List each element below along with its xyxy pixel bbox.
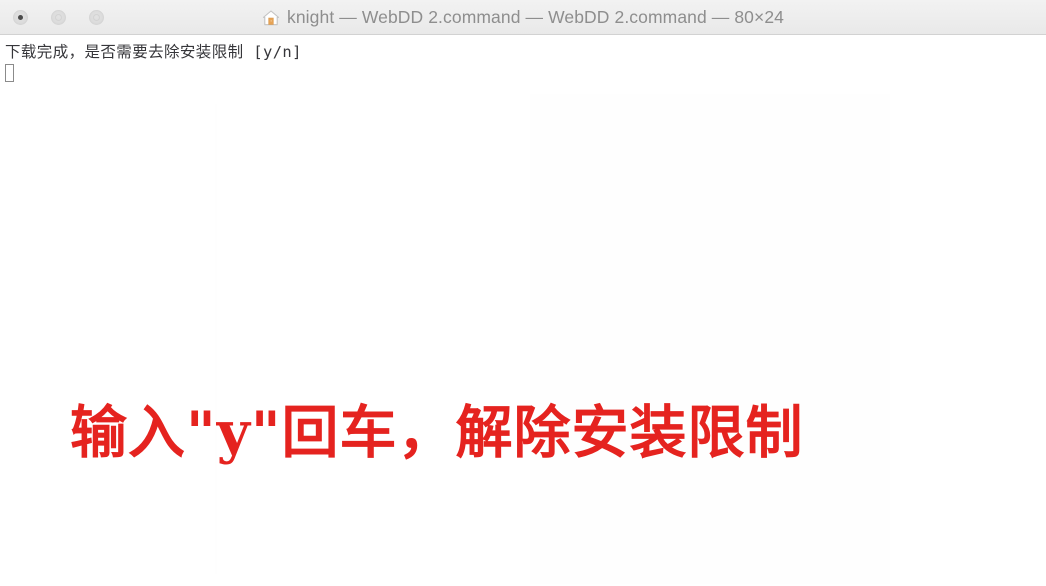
window-title-group: knight — WebDD 2.command — WebDD 2.comma… <box>0 0 1046 35</box>
minimize-button[interactable] <box>51 10 66 25</box>
window-titlebar: knight — WebDD 2.command — WebDD 2.comma… <box>0 0 1046 35</box>
terminal-cursor <box>5 64 14 82</box>
background-artifact <box>530 94 890 584</box>
window-title-text: knight — WebDD 2.command — WebDD 2.comma… <box>287 7 784 27</box>
terminal-content-area[interactable]: 下载完成，是否需要去除安装限制 [y/n] 输入"y"回车，解除安装限制 <box>0 36 1046 586</box>
background-artifact <box>215 104 217 574</box>
zoom-button[interactable] <box>89 10 104 25</box>
close-button[interactable] <box>13 10 28 25</box>
terminal-window-screenshot: knight — WebDD 2.command — WebDD 2.comma… <box>0 0 1046 586</box>
home-icon <box>262 10 280 26</box>
window-controls <box>13 10 104 25</box>
terminal-output-line: 下载完成，是否需要去除安装限制 [y/n] <box>5 43 302 61</box>
red-annotation-text: 输入"y"回车，解除安装限制 <box>70 399 804 466</box>
